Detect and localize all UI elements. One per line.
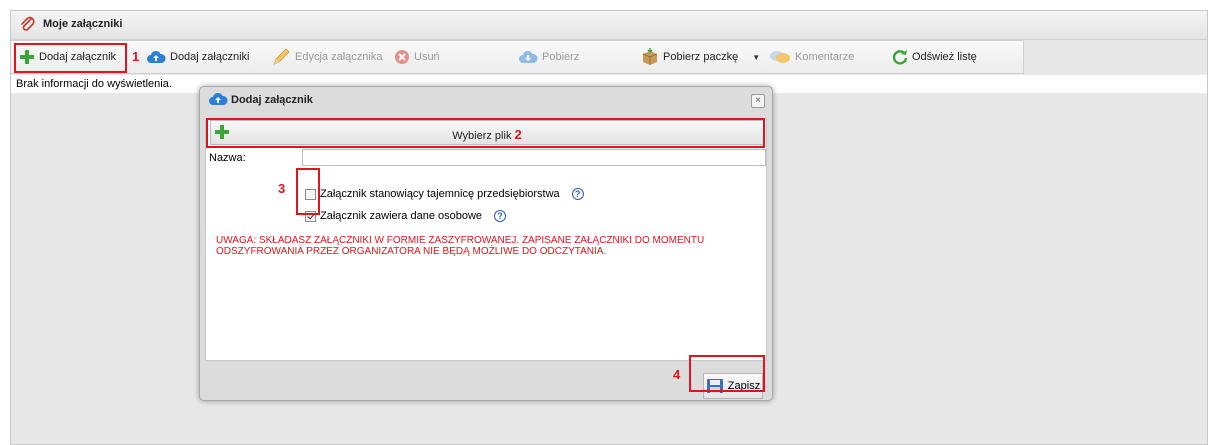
- add-attachments-button[interactable]: Dodaj załączniki: [146, 41, 249, 73]
- refresh-label: Odśwież listę: [912, 51, 977, 63]
- delete-label: Usuń: [414, 51, 440, 63]
- annotation-number-1: 1: [132, 49, 140, 64]
- package-icon: [642, 48, 658, 65]
- cloud-upload-icon: [147, 50, 166, 63]
- annotation-number-3: 3: [278, 181, 286, 196]
- edit-attachment-label: Edycja załącznika: [295, 51, 383, 63]
- download-button[interactable]: Pobierz: [518, 41, 579, 73]
- edit-attachment-button[interactable]: Edycja załącznika: [271, 41, 382, 73]
- attachments-panel: Moje załączniki Dodaj załącznik Dodaj za…: [10, 10, 1208, 445]
- comments-icon: [770, 51, 790, 63]
- refresh-button[interactable]: Odśwież listę: [892, 41, 977, 73]
- download-label: Pobierz: [542, 51, 580, 63]
- trade-secret-option[interactable]: Załącznik stanowiący tajemnicę przedsięb…: [305, 188, 584, 200]
- personal-data-label: Załącznik zawiera dane osobowe: [320, 210, 483, 222]
- help-icon[interactable]: ?: [494, 210, 507, 222]
- download-package-label: Pobierz paczkę: [663, 51, 739, 63]
- empty-grid-message: Brak informacji do wyświetlenia.: [16, 78, 172, 90]
- comments-button[interactable]: Komentarze: [769, 41, 854, 73]
- panel-title: Moje załączniki: [43, 18, 123, 30]
- highlight-box-4: [689, 355, 765, 392]
- name-label: Nazwa:: [209, 152, 246, 164]
- cloud-download-icon: [519, 50, 538, 63]
- chevron-down-icon[interactable]: ▼: [752, 53, 760, 62]
- paperclip-icon: [19, 16, 37, 37]
- refresh-icon: [892, 50, 908, 65]
- highlight-box-3: [296, 168, 320, 215]
- delete-icon: [395, 50, 409, 64]
- download-package-button[interactable]: Pobierz paczkę ▼: [641, 41, 760, 73]
- comments-label: Komentarze: [795, 51, 855, 63]
- encryption-warning: UWAGA: SKŁADASZ ZAŁĄCZNIKI W FORMIE ZASZ…: [216, 235, 705, 257]
- name-input[interactable]: [302, 149, 766, 166]
- close-button[interactable]: ×: [751, 94, 765, 108]
- dialog-body: Wybierz plik 2 Nazwa: Załącznik stanowią…: [205, 118, 767, 361]
- cloud-upload-icon: [208, 91, 228, 110]
- highlight-box-2: [206, 118, 765, 148]
- delete-button[interactable]: Usuń: [394, 41, 440, 73]
- highlight-box-1: [14, 43, 127, 73]
- panel-header: Moje załączniki: [11, 11, 1207, 40]
- toolbar: Dodaj załącznik Dodaj załączniki Edycja …: [11, 40, 1024, 74]
- add-attachments-label: Dodaj załączniki: [170, 51, 250, 63]
- dialog-title: Dodaj załącznik: [231, 94, 313, 106]
- help-icon[interactable]: ?: [571, 188, 584, 200]
- annotation-number-4: 4: [673, 367, 681, 382]
- pencil-icon: [273, 48, 290, 65]
- dialog-titlebar: Dodaj załącznik ×: [200, 87, 772, 113]
- personal-data-option[interactable]: Załącznik zawiera dane osobowe ?: [305, 210, 507, 222]
- trade-secret-label: Załącznik stanowiący tajemnicę przedsięb…: [320, 188, 560, 200]
